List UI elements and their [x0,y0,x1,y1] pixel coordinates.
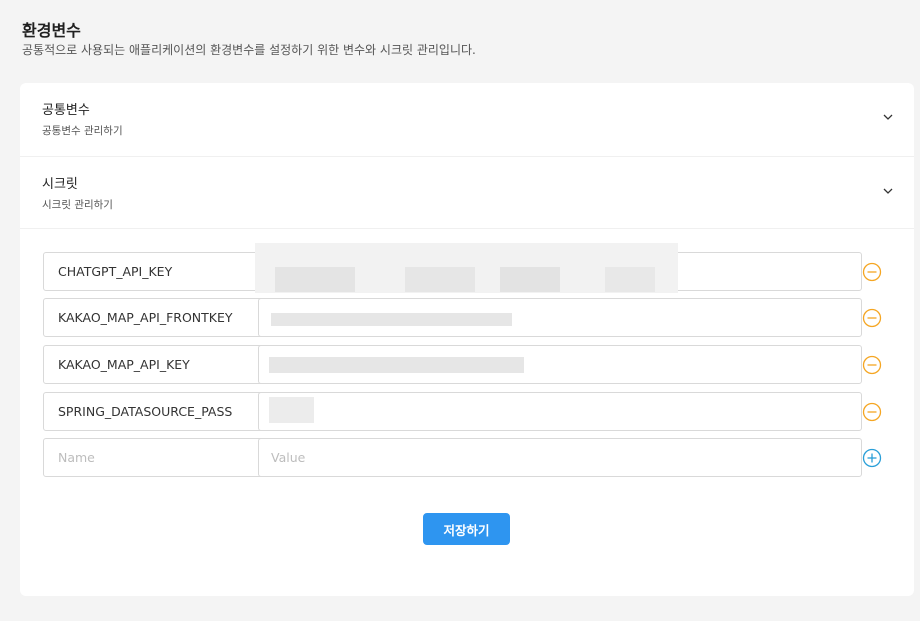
secret-value-field[interactable] [258,392,862,431]
secret-name-field[interactable]: KAKAO_MAP_API_FRONTKEY [43,298,268,337]
secret-name-field[interactable]: CHATGPT_API_KEY [43,252,268,291]
remove-circle-icon[interactable] [862,308,882,328]
secret-row: KAKAO_MAP_API_KEY [43,345,887,384]
chevron-down-icon[interactable] [882,111,894,123]
secret-row: SPRING_DATASOURCE_PASS [43,392,887,431]
chevron-down-icon[interactable] [882,185,894,197]
secret-value-field[interactable] [258,298,862,337]
new-secret-name-input[interactable]: Name [43,438,268,477]
remove-circle-icon[interactable] [862,402,882,422]
section-common-variables[interactable]: 공통변수 공통변수 관리하기 [20,83,914,155]
save-button[interactable]: 저장하기 [423,513,510,545]
secret-value-field[interactable] [258,345,862,384]
section-title: 시크릿 [42,177,78,192]
remove-circle-icon[interactable] [862,355,882,375]
redacted-value [271,313,512,326]
section-title: 공통변수 [42,103,90,118]
redacted-value [269,357,524,373]
remove-circle-icon[interactable] [862,262,882,282]
settings-card: 공통변수 공통변수 관리하기 시크릿 시크릿 관리하기 CHATGPT_API_… [20,83,914,596]
redacted-value [269,397,314,423]
divider [20,228,914,229]
redacted-value [255,243,678,293]
new-secret-row: Name Value [43,438,887,477]
new-secret-value-input[interactable]: Value [258,438,862,477]
page-title: 환경변수 [22,21,81,40]
secret-name-field[interactable]: SPRING_DATASOURCE_PASS [43,392,268,431]
section-secrets[interactable]: 시크릿 시크릿 관리하기 [20,157,914,229]
section-subtitle: 공통변수 관리하기 [42,125,123,137]
secret-name-field[interactable]: KAKAO_MAP_API_KEY [43,345,268,384]
add-circle-icon[interactable] [862,448,882,468]
page-subtitle: 공통적으로 사용되는 애플리케이션의 환경변수를 설정하기 위한 변수와 시크릿… [22,43,476,57]
secret-row: KAKAO_MAP_API_FRONTKEY [43,298,887,337]
section-subtitle: 시크릿 관리하기 [42,199,113,211]
